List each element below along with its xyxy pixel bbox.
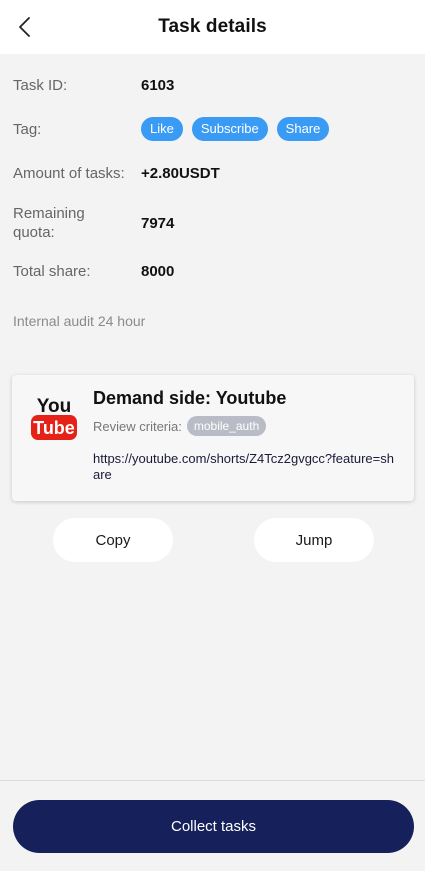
youtube-logo-icon: You Tube bbox=[31, 391, 77, 441]
tag-like: Like bbox=[141, 117, 183, 141]
amount-row: Amount of tasks: +2.80USDT bbox=[13, 164, 413, 183]
remaining-label: Remaining quota: bbox=[13, 205, 85, 241]
review-criteria: Review criteria: mobile_auth bbox=[93, 416, 267, 436]
svg-text:You: You bbox=[37, 396, 71, 417]
task-id-value: 6103 bbox=[141, 77, 175, 94]
collect-tasks-button[interactable]: Collect tasks bbox=[13, 800, 414, 853]
amount-label: Amount of tasks: bbox=[13, 165, 125, 182]
tag-list: Like Subscribe Share bbox=[141, 117, 330, 141]
tag-share: Share bbox=[276, 117, 330, 141]
demand-title: Demand side: Youtube bbox=[93, 388, 287, 408]
back-button[interactable] bbox=[14, 15, 36, 39]
audit-note: Internal audit 24 hour bbox=[13, 313, 146, 329]
chevron-left-icon bbox=[19, 17, 30, 37]
tag-row: Tag: Like Subscribe Share bbox=[13, 117, 413, 141]
footer-bar: Collect tasks bbox=[0, 780, 425, 871]
total-row: Total share: 8000 bbox=[13, 262, 413, 281]
demand-card: You Tube Demand side: Youtube Review cri… bbox=[12, 375, 414, 501]
app-header: Task details bbox=[0, 0, 425, 54]
copy-button[interactable]: Copy bbox=[53, 518, 173, 562]
remaining-row: Remaining quota: 7974 bbox=[13, 204, 413, 242]
svg-text:Tube: Tube bbox=[33, 418, 75, 438]
task-id-row: Task ID: 6103 bbox=[13, 76, 413, 95]
jump-button[interactable]: Jump bbox=[254, 518, 374, 562]
total-label: Total share: bbox=[13, 263, 91, 280]
amount-value: +2.80USDT bbox=[141, 165, 220, 182]
criteria-badge: mobile_auth bbox=[186, 416, 267, 436]
task-link[interactable]: https://youtube.com/shorts/Z4Tcz2gvgcc?f… bbox=[93, 451, 398, 483]
tag-label: Tag: bbox=[13, 120, 42, 138]
criteria-label: Review criteria: bbox=[93, 418, 182, 434]
task-id-label: Task ID: bbox=[13, 77, 68, 94]
remaining-value: 7974 bbox=[141, 214, 175, 232]
page-title: Task details bbox=[158, 16, 267, 37]
total-value: 8000 bbox=[141, 263, 175, 280]
tag-subscribe: Subscribe bbox=[191, 117, 268, 141]
